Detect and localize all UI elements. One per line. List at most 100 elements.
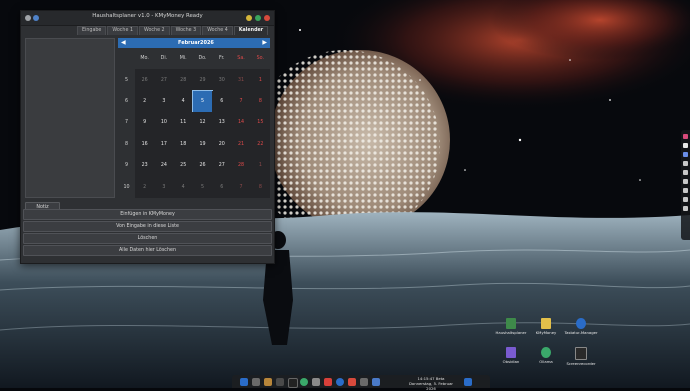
delete-all-button[interactable]: Alle Daten hier Löschen	[23, 245, 272, 256]
ollama-icon	[541, 347, 551, 358]
week-number: 8	[118, 133, 135, 156]
launchpad-icon[interactable]	[252, 378, 260, 386]
calendar-day[interactable]: 19	[192, 133, 213, 156]
week-number: 9	[118, 155, 135, 177]
calendar-day[interactable]: 27	[154, 69, 174, 91]
calendar-day[interactable]: 2	[135, 176, 155, 198]
calendar-day[interactable]: 10	[154, 112, 174, 134]
desktop-icon-obsidian[interactable]: Obsidian	[494, 347, 528, 364]
calendar-day[interactable]: 5	[192, 176, 213, 198]
calendar-day[interactable]: 26	[192, 155, 213, 177]
calendar-day[interactable]: 16	[135, 133, 155, 156]
month-selector[interactable]: Februar	[178, 40, 200, 46]
calendar-day[interactable]: 15	[250, 112, 270, 134]
battery-icon[interactable]	[683, 188, 688, 193]
desktop-icon-label: KMyMoney	[535, 330, 557, 335]
tab-woche-3[interactable]: Woche 3	[170, 26, 202, 35]
calendar-day[interactable]: 5	[191, 89, 214, 114]
close-button[interactable]	[264, 15, 270, 21]
calendar-day[interactable]: 9	[135, 112, 155, 134]
calendar-day[interactable]: 3	[154, 176, 174, 198]
calendar-day[interactable]: 13	[212, 112, 232, 134]
screenshot-icon[interactable]	[348, 378, 356, 386]
calendar-day[interactable]: 1	[250, 155, 270, 177]
calendar-day[interactable]: 29	[192, 69, 213, 91]
arrow-left-icon[interactable]: ◀	[121, 39, 126, 46]
window-title: Haushaltsplaner v1.0 - KMyMoney Ready	[92, 13, 203, 19]
weather-icon[interactable]	[683, 152, 688, 157]
calendar-day[interactable]: 7	[231, 176, 251, 198]
tab-woche-1[interactable]: Woche 1	[107, 26, 138, 35]
calendar-day[interactable]: 6	[212, 176, 232, 198]
calendar-day[interactable]: 28	[231, 155, 251, 177]
calendar-day[interactable]: 8	[250, 90, 270, 113]
calendar-day[interactable]: 27	[212, 155, 232, 177]
calendar-day[interactable]: 30	[212, 69, 232, 91]
calendar-day[interactable]: 18	[173, 133, 193, 156]
archive-icon[interactable]	[264, 378, 272, 386]
terminal-icon[interactable]	[288, 378, 298, 388]
bluetooth-icon[interactable]	[683, 170, 688, 175]
app-window: Haushaltsplaner v1.0 - KMyMoney Ready Ei…	[20, 10, 275, 264]
translate-icon[interactable]	[683, 143, 688, 148]
desktop-icon-ollama[interactable]: Ollama	[529, 347, 563, 364]
calendar-day[interactable]: 12	[192, 112, 213, 134]
maximize-button[interactable]	[255, 15, 261, 21]
calendar-day[interactable]: 21	[231, 133, 251, 156]
minimize-button[interactable]	[246, 15, 252, 21]
show-desktop-icon[interactable]	[464, 378, 472, 386]
arrow-right-icon[interactable]: ▶	[262, 39, 267, 46]
desktop-icon-label: Haushaltsplaner	[495, 330, 527, 335]
desktop-icon-tastatur-manager[interactable]: Tastatur-Manager	[564, 318, 598, 335]
files-icon[interactable]	[276, 378, 284, 386]
calendar-day[interactable]: 20	[212, 133, 232, 156]
calendar-day[interactable]: 24	[154, 155, 174, 177]
weekday-header: Fr.	[219, 56, 225, 62]
settings-icon[interactable]	[372, 378, 380, 386]
calendar-day[interactable]: 4	[173, 176, 193, 198]
calendar-day[interactable]: 25	[173, 155, 193, 177]
calendar-day[interactable]: 8	[250, 176, 270, 198]
clock[interactable]: 14:15:47 Beta Donnerstag, 5. Februar 202…	[404, 376, 458, 391]
volume-icon[interactable]	[683, 179, 688, 184]
calendar-day[interactable]: 14	[231, 112, 251, 134]
delete-button[interactable]: Löschen	[23, 233, 272, 244]
calendar-day[interactable]: 1	[250, 69, 270, 91]
tab-eingabe[interactable]: Eingabe	[77, 26, 107, 35]
calendar-day[interactable]: 4	[173, 90, 193, 113]
vivaldi-icon[interactable]	[324, 378, 332, 386]
year-selector[interactable]: 2026	[200, 40, 214, 46]
power-icon[interactable]	[683, 206, 688, 211]
calendar-day[interactable]: 31	[231, 69, 251, 91]
insert-kmymoney-button[interactable]: Einfügen in KMyMoney	[23, 209, 272, 220]
calendar-day[interactable]: 2	[135, 90, 155, 113]
desktop-icon-screenrecorder[interactable]: Screenrecorder	[564, 347, 598, 366]
desktop-icon-haushaltsplaner[interactable]: Haushaltsplaner	[494, 318, 528, 335]
thunderbird-icon[interactable]	[336, 378, 344, 386]
desktop-icon-kmymoney[interactable]: KMyMoney	[529, 318, 563, 335]
tab-woche-2[interactable]: Woche 2	[139, 26, 170, 35]
text-editor-icon[interactable]	[312, 378, 320, 386]
calendar-day[interactable]: 6	[212, 90, 232, 113]
calendar-day[interactable]: 3	[154, 90, 174, 113]
keyboard-manager-icon	[576, 318, 586, 329]
calendar-day[interactable]: 23	[135, 155, 155, 177]
calendar-day[interactable]: 22	[250, 133, 270, 156]
calendar-tray-icon[interactable]	[683, 134, 688, 139]
chrome-icon[interactable]	[300, 378, 308, 386]
notification-icon[interactable]	[683, 197, 688, 202]
calendar-day[interactable]: 28	[173, 69, 193, 91]
network-icon[interactable]	[683, 161, 688, 166]
calendar-day[interactable]: 7	[231, 90, 251, 113]
window-titlebar[interactable]: Haushaltsplaner v1.0 - KMyMoney Ready	[21, 11, 274, 26]
tab-woche-4[interactable]: Woche 4	[202, 26, 233, 35]
tab-kalender[interactable]: Kalender	[233, 26, 269, 35]
calendar-day[interactable]: 17	[154, 133, 174, 156]
calendar-day[interactable]: 26	[135, 69, 155, 91]
music-icon[interactable]	[360, 378, 368, 386]
from-input-button[interactable]: Von Eingabe in diese Liste	[23, 221, 272, 232]
week-number: 10	[118, 176, 135, 198]
notes-textarea[interactable]	[25, 38, 115, 198]
calendar-day[interactable]: 11	[173, 112, 193, 134]
finder-icon[interactable]	[240, 378, 248, 386]
